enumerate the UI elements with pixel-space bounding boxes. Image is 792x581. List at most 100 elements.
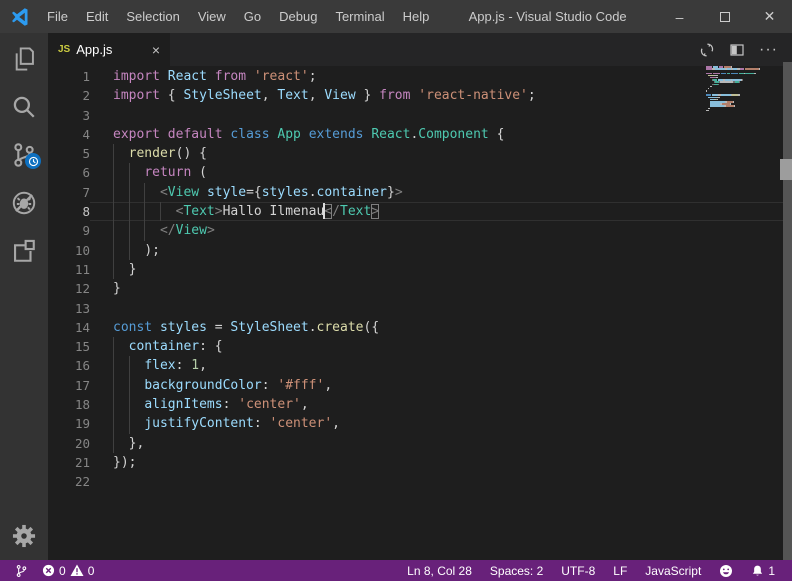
language-mode[interactable]: JavaScript <box>636 564 710 578</box>
code-token: } <box>129 262 137 277</box>
line-content[interactable]: backgroundColor: '#fff', <box>90 376 792 395</box>
line-content[interactable]: export default class App extends React.C… <box>90 125 792 144</box>
bell-icon <box>751 564 764 578</box>
code-token: React <box>168 69 207 84</box>
line-content[interactable]: return ( <box>90 163 792 182</box>
minimap-token <box>745 73 754 75</box>
encoding-setting[interactable]: UTF-8 <box>552 564 604 578</box>
more-actions-button[interactable]: ··· <box>759 42 778 58</box>
code-token: Text <box>340 204 371 219</box>
tab-close-icon[interactable]: × <box>152 43 160 57</box>
line-content[interactable] <box>90 106 792 125</box>
error-icon <box>42 564 55 577</box>
split-editor-button[interactable] <box>729 42 745 58</box>
code-token: ={ <box>246 185 262 200</box>
activity-explorer[interactable] <box>0 35 48 83</box>
scrollbar-thumb[interactable] <box>780 159 792 180</box>
code-line: 17 backgroundColor: '#fff', <box>48 376 792 395</box>
indentation-setting[interactable]: Spaces: 2 <box>481 564 552 578</box>
line-number: 10 <box>48 241 90 260</box>
maximize-button[interactable] <box>702 0 747 33</box>
code-token <box>160 127 168 142</box>
code-token: , <box>309 88 325 103</box>
manage-button[interactable] <box>0 512 48 560</box>
code-token: , <box>301 397 309 412</box>
line-content[interactable]: const styles = StyleSheet.create({ <box>90 318 792 337</box>
code-token: create <box>317 320 364 335</box>
vscode-window: FileEditSelectionViewGoDebugTerminalHelp… <box>0 0 792 581</box>
code-token: styles <box>160 320 207 335</box>
maximize-icon <box>720 12 730 22</box>
menu-go[interactable]: Go <box>235 0 270 33</box>
eol-setting[interactable]: LF <box>604 564 636 578</box>
indent-guide <box>160 202 161 221</box>
vertical-scrollbar[interactable] <box>783 62 792 560</box>
code-token: : <box>262 378 278 393</box>
code-token: alignItems <box>144 397 222 412</box>
code-token: > <box>395 185 403 200</box>
line-content[interactable]: container: { <box>90 337 792 356</box>
line-content[interactable]: }, <box>90 434 792 453</box>
line-number: 12 <box>48 279 90 298</box>
menu-file[interactable]: File <box>38 0 77 33</box>
line-content[interactable]: } <box>90 279 792 298</box>
activity-extensions[interactable] <box>0 227 48 275</box>
indent-guide <box>113 395 114 414</box>
warning-icon <box>70 564 84 577</box>
problems-indicator[interactable]: 0 0 <box>37 564 99 578</box>
code-line: 8 <Text>Hallo Ilmenau</Text> <box>48 202 792 221</box>
menu-help[interactable]: Help <box>394 0 439 33</box>
indent-guide <box>144 221 145 240</box>
line-content[interactable] <box>90 472 792 491</box>
open-changes-button[interactable] <box>699 42 715 58</box>
line-content[interactable]: } <box>90 260 792 279</box>
minimap[interactable] <box>706 66 768 114</box>
activity-debug[interactable] <box>0 179 48 227</box>
line-number: 22 <box>48 472 90 491</box>
notifications-button[interactable]: 1 <box>742 564 784 578</box>
menu-selection[interactable]: Selection <box>117 0 188 33</box>
cursor-position[interactable]: Ln 8, Col 28 <box>398 564 481 578</box>
line-content[interactable]: </View> <box>90 221 792 240</box>
code-token: Text <box>183 204 214 219</box>
line-content[interactable]: ); <box>90 241 792 260</box>
javascript-file-icon: JS <box>58 44 70 55</box>
tab-appjs[interactable]: JS App.js × <box>48 33 170 66</box>
close-button[interactable]: ✕ <box>747 0 792 33</box>
feedback-button[interactable] <box>710 564 742 578</box>
line-content[interactable]: render() { <box>90 144 792 163</box>
line-content[interactable]: alignItems: 'center', <box>90 395 792 414</box>
minimap-token <box>710 105 724 107</box>
line-content[interactable]: <View style={styles.container}> <box>90 183 792 202</box>
menu-edit[interactable]: Edit <box>77 0 117 33</box>
code-token: { <box>489 127 505 142</box>
minimize-button[interactable]: – <box>657 0 702 33</box>
line-content[interactable] <box>90 299 792 318</box>
code-token: () { <box>176 146 207 161</box>
line-content[interactable]: }); <box>90 453 792 472</box>
code-editor[interactable]: 1import React from 'react';2import { Sty… <box>48 66 792 560</box>
code-token: container <box>129 339 199 354</box>
minimap-line <box>706 112 768 114</box>
activity-search[interactable] <box>0 83 48 131</box>
line-content[interactable]: import { StyleSheet, Text, View } from '… <box>90 86 792 105</box>
code-token: 'react-native' <box>418 88 528 103</box>
line-content[interactable]: import React from 'react'; <box>90 67 792 86</box>
git-branch-indicator[interactable] <box>10 564 33 578</box>
line-content[interactable]: flex: 1, <box>90 356 792 375</box>
code-token: Hallo Ilmenau <box>223 204 325 219</box>
line-content[interactable]: <Text>Hallo Ilmenau</Text> <box>90 202 792 221</box>
gear-icon <box>11 523 37 549</box>
code-token: } <box>113 281 121 296</box>
menu-terminal[interactable]: Terminal <box>326 0 393 33</box>
code-token: default <box>168 127 223 142</box>
code-token: import <box>113 69 160 84</box>
activity-source-control[interactable] <box>0 131 48 179</box>
menu-view[interactable]: View <box>189 0 235 33</box>
menu-debug[interactable]: Debug <box>270 0 326 33</box>
code-token <box>207 69 215 84</box>
minimap-token <box>733 101 734 103</box>
code-token <box>113 146 129 161</box>
line-content[interactable]: justifyContent: 'center', <box>90 414 792 433</box>
indent-guide <box>113 144 114 163</box>
